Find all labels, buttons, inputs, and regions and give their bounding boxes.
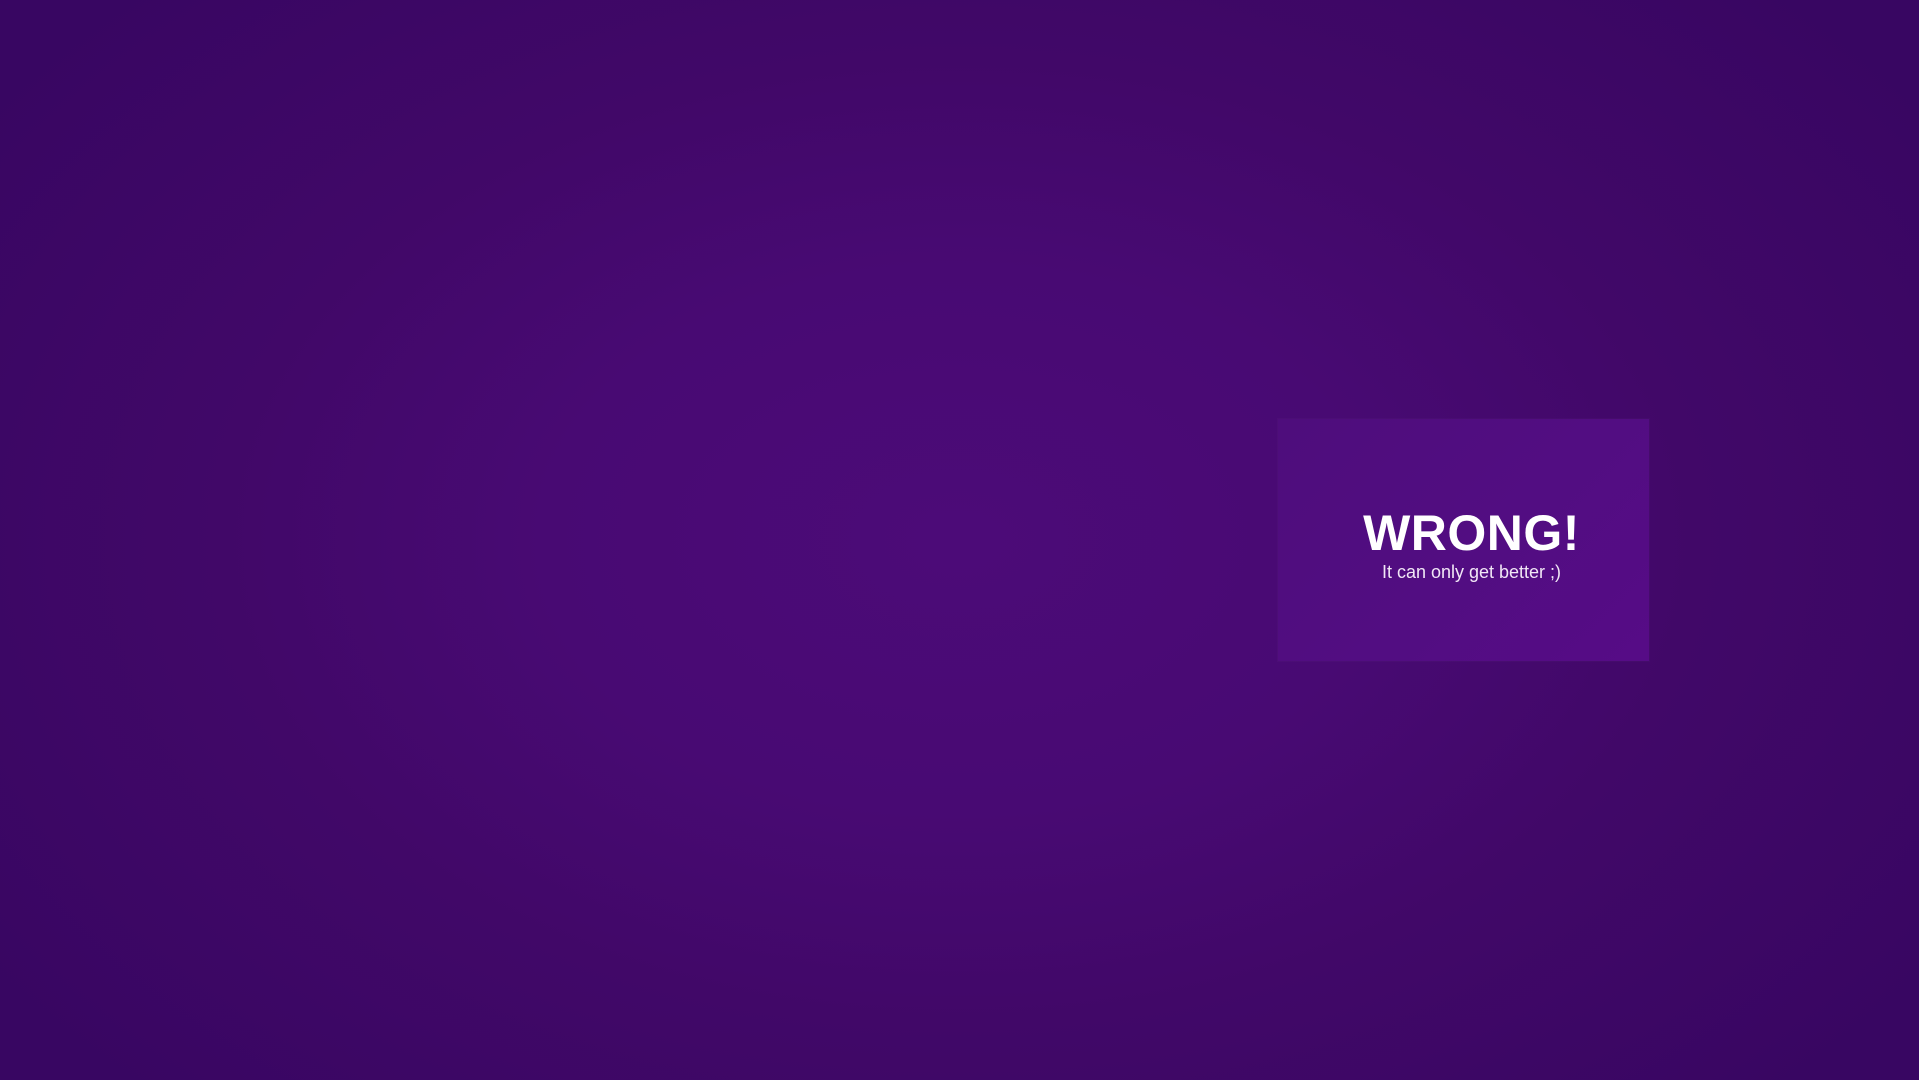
feedback-title: WRONG! (1363, 505, 1580, 562)
feedback-subtitle: It can only get better ;) (1381, 562, 1562, 583)
background-stage: WRONG! It can only get better ;) (0, 0, 1919, 1080)
feedback-card: WRONG! It can only get better ;) (1278, 419, 1649, 661)
